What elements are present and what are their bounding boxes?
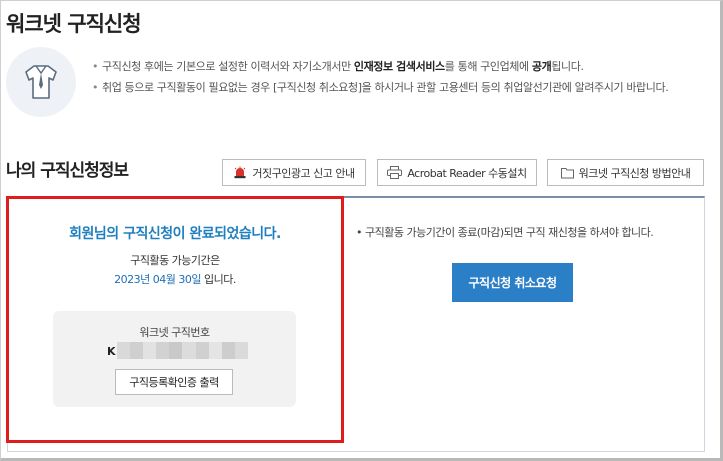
fake-ad-report-button[interactable]: 거짓구인광고 신고 안내 bbox=[222, 159, 366, 186]
renewal-note: • 구직활동 가능기간이 종료(마감)되면 구직 재신청을 하셔야 합니다. bbox=[356, 226, 654, 239]
highlight-box bbox=[6, 196, 344, 443]
page-title: 워크넷 구직신청 bbox=[6, 12, 142, 36]
siren-icon bbox=[234, 166, 246, 179]
folder-icon bbox=[560, 167, 574, 178]
acrobat-install-button[interactable]: Acrobat Reader 수동설치 bbox=[377, 159, 537, 186]
cancel-application-button[interactable]: 구직신청 취소요청 bbox=[452, 263, 573, 302]
notice-item-1: 구직신청 후에는 기본으로 설정한 이력서와 자기소개서만 인재정보 검색서비스… bbox=[92, 58, 704, 75]
notice-item-2: 취업 등으로 구직활동이 필요없는 경우 [구직신청 취소요청]을 하시거나 관… bbox=[92, 79, 704, 96]
shirt-icon-badge bbox=[6, 47, 76, 117]
printer-icon bbox=[387, 166, 403, 179]
application-guide-button[interactable]: 워크넷 구직신청 방법안내 bbox=[547, 159, 704, 186]
section-title: 나의 구직신청정보 bbox=[6, 161, 129, 181]
shirt-icon bbox=[25, 65, 57, 99]
notice-list: 구직신청 후에는 기본으로 설정한 이력서와 자기소개서만 인재정보 검색서비스… bbox=[92, 58, 704, 100]
